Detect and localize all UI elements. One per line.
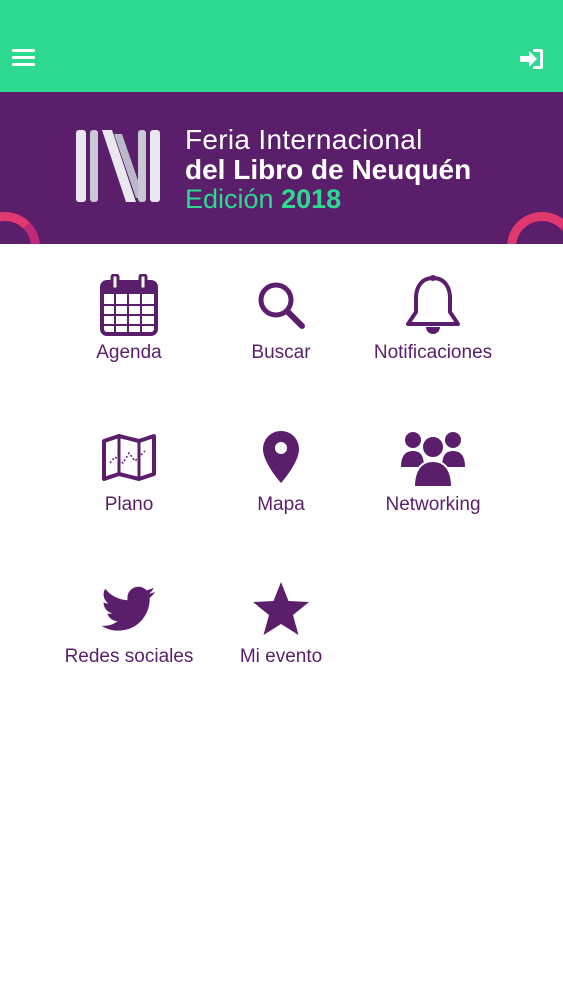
menu-label-mi-evento: Mi evento bbox=[239, 646, 323, 667]
menu-item-networking[interactable]: Networking bbox=[353, 424, 513, 534]
sign-in-icon[interactable] bbox=[519, 47, 545, 71]
banner-title-line2: del Libro de Neuquén bbox=[185, 154, 472, 185]
menu-item-buscar[interactable]: Buscar bbox=[201, 272, 361, 382]
map-plan-icon bbox=[96, 424, 162, 490]
banner-edition: Edición 2018 bbox=[185, 184, 341, 215]
decorative-ring-left bbox=[0, 212, 40, 244]
menu-label-agenda: Agenda bbox=[96, 342, 162, 363]
menu-item-notificaciones[interactable]: Notificaciones bbox=[353, 272, 513, 382]
decorative-ring-right bbox=[507, 212, 563, 244]
menu-label-redes-sociales: Redes sociales bbox=[64, 646, 194, 667]
menu-item-plano[interactable]: Plano bbox=[49, 424, 209, 534]
menu-item-redes-sociales[interactable]: Redes sociales bbox=[49, 576, 209, 686]
edition-word: Edición bbox=[185, 184, 274, 214]
app-header bbox=[0, 0, 563, 92]
menu-label-notificaciones: Notificaciones bbox=[373, 342, 493, 363]
menu-item-agenda[interactable]: Agenda bbox=[49, 272, 209, 382]
menu-item-mapa[interactable]: Mapa bbox=[201, 424, 361, 534]
calendar-icon bbox=[96, 272, 162, 338]
users-icon bbox=[400, 424, 466, 490]
map-marker-icon bbox=[248, 424, 314, 490]
menu-label-networking: Networking bbox=[385, 494, 481, 515]
edition-year: 2018 bbox=[281, 184, 342, 214]
menu-label-buscar: Buscar bbox=[251, 342, 311, 363]
twitter-icon bbox=[96, 576, 162, 642]
book-logo-icon bbox=[76, 130, 160, 202]
banner-title-line1: Feria Internacional bbox=[185, 124, 423, 155]
menu-item-mi-evento[interactable]: Mi evento bbox=[201, 576, 361, 686]
menu-label-mapa: Mapa bbox=[257, 494, 305, 515]
hamburger-menu-icon[interactable] bbox=[12, 49, 36, 67]
search-icon bbox=[248, 272, 314, 338]
star-icon bbox=[248, 576, 314, 642]
bell-icon bbox=[400, 272, 466, 338]
menu-label-plano: Plano bbox=[104, 494, 154, 515]
